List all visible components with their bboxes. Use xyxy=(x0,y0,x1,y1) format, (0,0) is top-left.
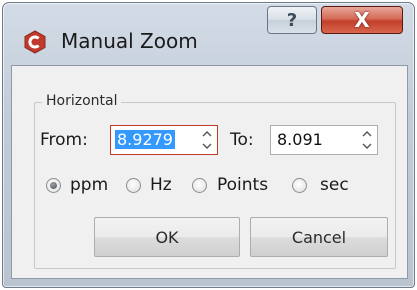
radio-hz-label[interactable]: Hz xyxy=(150,175,172,195)
radio-sec-label[interactable]: sec xyxy=(320,175,349,195)
from-spin-arrows[interactable] xyxy=(201,129,213,151)
help-icon: ? xyxy=(286,9,298,31)
to-label: To: xyxy=(230,130,254,150)
radio-ppm-label[interactable]: ppm xyxy=(70,175,108,195)
ok-button[interactable]: OK xyxy=(94,217,240,257)
close-button[interactable]: X xyxy=(321,6,403,34)
horizontal-group: Horizontal From: 8.9279 To: 8.091 ppm Hz… xyxy=(34,93,396,269)
from-spinbox[interactable]: 8.9279 xyxy=(110,125,218,155)
close-icon: X xyxy=(354,8,370,32)
chevron-up-icon[interactable] xyxy=(361,129,373,139)
group-title: Horizontal xyxy=(42,93,122,109)
from-value[interactable]: 8.9279 xyxy=(115,130,175,149)
manual-zoom-dialog: Manual Zoom ? X Horizontal From: 8.9279 xyxy=(2,2,415,288)
radio-selected-dot xyxy=(50,182,57,189)
radio-points[interactable] xyxy=(192,178,207,193)
help-button[interactable]: ? xyxy=(267,6,317,34)
dialog-body: Horizontal From: 8.9279 To: 8.091 ppm Hz… xyxy=(11,65,408,279)
chevron-down-icon[interactable] xyxy=(361,141,373,151)
radio-ppm[interactable] xyxy=(46,178,61,193)
to-spin-arrows[interactable] xyxy=(361,129,373,151)
cancel-button[interactable]: Cancel xyxy=(250,217,388,257)
app-logo-icon xyxy=(24,30,46,54)
from-label: From: xyxy=(40,130,88,150)
to-value[interactable]: 8.091 xyxy=(275,130,325,149)
radio-points-label[interactable]: Points xyxy=(217,175,268,195)
radio-hz[interactable] xyxy=(126,178,141,193)
title-bar[interactable]: Manual Zoom ? X xyxy=(3,3,414,65)
chevron-up-icon[interactable] xyxy=(201,129,213,139)
radio-sec[interactable] xyxy=(292,178,307,193)
to-spinbox[interactable]: 8.091 xyxy=(270,125,378,155)
chevron-down-icon[interactable] xyxy=(201,141,213,151)
window-title: Manual Zoom xyxy=(61,29,198,53)
